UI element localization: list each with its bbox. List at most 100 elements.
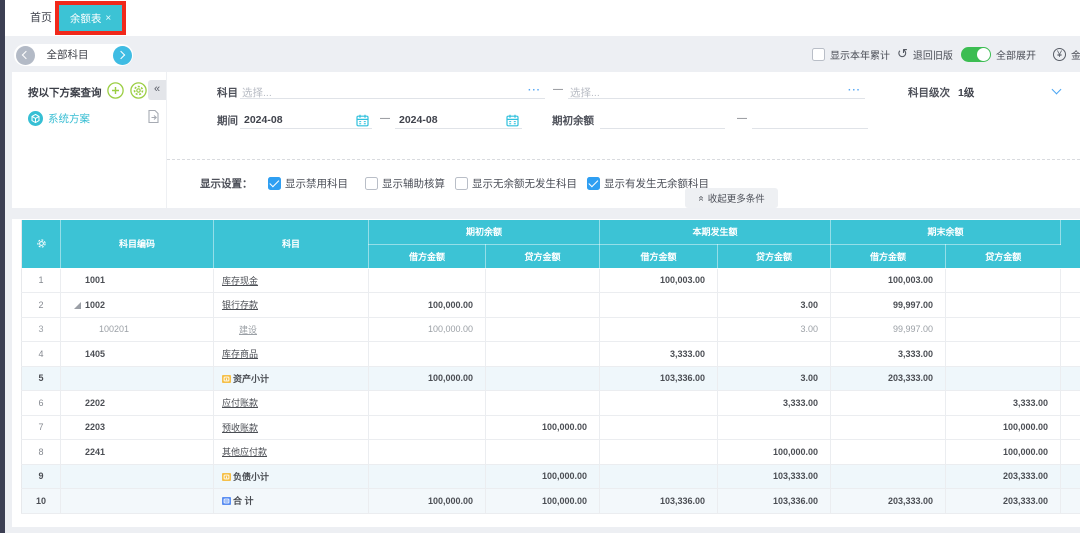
scheme-sidebar-title: 按以下方案查询 (28, 86, 102, 99)
period-label: 期间 (217, 115, 238, 127)
amount-cell (485, 439, 601, 465)
table-row[interactable]: 7 2203 预收账款 100,000.00 100,000.00 (21, 415, 1080, 440)
rollback-button[interactable]: ↺ 退回旧版 (897, 36, 953, 72)
subject-code-cell: 100201 (60, 317, 214, 342)
table-row[interactable]: 1 1001 库存现金 100,003.00 100,003.00 (21, 268, 1080, 293)
option-checkbox[interactable] (587, 176, 600, 190)
table-row[interactable]: 9 负债小计 100,000.00 103,333.00 203,333.00 (21, 464, 1080, 489)
header-subject[interactable]: 科目 (213, 220, 369, 269)
period-to-input[interactable]: 2024-08 (395, 113, 522, 129)
subject-to-placeholder: 选择... (570, 86, 600, 99)
amount-format-label: 金额式 (1071, 50, 1080, 62)
option-checkbox[interactable] (365, 176, 378, 190)
header-opening-balance: 期初余额 (368, 220, 601, 245)
subject-from-select[interactable]: 选择... ··· (240, 83, 545, 99)
partial-cell (1060, 366, 1080, 391)
next-account-button[interactable] (112, 45, 132, 65)
manage-scheme-button[interactable] (130, 81, 147, 99)
expand-all-toggle[interactable] (961, 46, 991, 62)
table-row[interactable]: 2 1002 银行存款 100,000.00 3.00 99,997.00 (21, 292, 1080, 318)
amount-cell (830, 390, 947, 416)
subject-name-link[interactable]: 库存商品 (222, 349, 258, 359)
table-row[interactable]: 4 1405 库存商品 3,333.00 3,333.00 (21, 341, 1080, 367)
subheader-credit[interactable]: 贷方金额 (945, 244, 1061, 269)
period-from-input[interactable]: 2024-08 (240, 113, 372, 129)
amount-cell (485, 390, 601, 416)
level-value[interactable]: 1级 (958, 85, 974, 100)
row-number: 10 (21, 488, 61, 514)
opening-balance-to-input[interactable] (752, 113, 868, 129)
sidebar-collapse-button[interactable]: « (148, 80, 166, 100)
subject-name-link[interactable]: 建设 (239, 325, 257, 335)
amount-cell: 3,333.00 (717, 390, 832, 416)
subject-name-link[interactable]: 银行存款 (222, 300, 258, 310)
table-row[interactable]: 10 合 计 100,000.00 100,000.00 103,336.00 103,3… (21, 488, 1080, 514)
amount-cell: 100,003.00 (599, 268, 719, 293)
table-row[interactable]: 6 2202 应付账款 3,333.00 3,333.00 (21, 390, 1080, 416)
amount-cell (485, 292, 601, 318)
collapse-more-conditions-button[interactable]: « 收起更多条件 (685, 188, 778, 208)
table-row[interactable]: 5 资产小计 100,000.00 103,336.00 3.00 203,333.00 (21, 366, 1080, 391)
filter-dashed-separator (167, 158, 1080, 160)
amount-cell: 103,336.00 (717, 488, 832, 514)
account-nav-pill: 全部科目 (14, 44, 133, 66)
header-subject-code[interactable]: 科目编码 (60, 220, 214, 269)
scheme-item-system[interactable]: 系统方案 (28, 111, 90, 127)
option-checkbox[interactable] (268, 176, 281, 190)
partial-cell (1060, 415, 1080, 440)
amount-cell (368, 464, 486, 489)
amount-cell: 103,336.00 (599, 488, 719, 514)
subject-name-link[interactable]: 其他应付款 (222, 447, 267, 457)
calendar-icon[interactable] (506, 114, 519, 127)
amount-cell (368, 268, 486, 293)
amount-cell (368, 439, 486, 465)
table-row[interactable]: 3 100201 建设 100,000.00 3.00 99,997.00 (21, 317, 1080, 342)
subject-code-cell: 1405 (60, 341, 214, 367)
calculator-blue-icon (222, 496, 231, 507)
subject-name-cell: 库存商品 (213, 341, 369, 367)
subject-name-cell: 负债小计 (213, 464, 369, 489)
subject-name-link[interactable]: 预收账款 (222, 423, 258, 433)
subheader-debit[interactable]: 借方金额 (830, 244, 947, 269)
table-row[interactable]: 8 2241 其他应付款 100,000.00 100,000.00 (21, 439, 1080, 465)
export-scheme-button[interactable] (147, 109, 160, 124)
column-settings-button[interactable] (21, 220, 61, 269)
header-extra-partial (1060, 220, 1080, 269)
subject-name-cell: 合 计 (213, 488, 369, 514)
expand-triangle-icon[interactable] (74, 301, 81, 311)
amount-format-button[interactable]: ¥ 金额式 (1053, 36, 1080, 72)
subheader-debit[interactable]: 借方金额 (599, 244, 719, 269)
amount-cell (599, 464, 719, 489)
subject-to-select[interactable]: 选择... ··· (568, 83, 865, 99)
subject-name-link[interactable]: 库存现金 (222, 276, 258, 286)
calendar-icon[interactable] (356, 114, 369, 127)
subject-from-placeholder: 选择... (242, 86, 272, 99)
amount-cell (599, 317, 719, 342)
add-scheme-button[interactable] (107, 81, 124, 99)
subheader-credit[interactable]: 贷方金额 (485, 244, 601, 269)
balance-table-panel: 科目编码 科目 期初余额 本期发生额 期末余额 借方金额 贷方金额 借方金额 贷方金额… (12, 219, 1080, 527)
subject-name-cell: 库存现金 (213, 268, 369, 293)
subheader-credit[interactable]: 贷方金额 (717, 244, 832, 269)
tab-close-icon[interactable]: × (105, 13, 111, 24)
period-from-value: 2024-08 (244, 114, 283, 126)
amount-cell: 3,333.00 (599, 341, 719, 367)
tab-home[interactable]: 首页 (30, 0, 52, 36)
cumulative-checkbox[interactable] (812, 47, 825, 61)
subject-name-link[interactable]: 应付账款 (222, 398, 258, 408)
annotation-red-box: 余额表 × (55, 1, 126, 35)
subject-to-ellipsis-button[interactable]: ··· (848, 85, 861, 96)
prev-account-button[interactable] (15, 45, 35, 65)
subject-name-text: 合 计 (233, 496, 254, 507)
table-header: 科目编码 科目 期初余额 本期发生额 期末余额 借方金额 贷方金额 借方金额 贷方金额… (21, 220, 1080, 269)
subheader-debit[interactable]: 借方金额 (368, 244, 486, 269)
amount-cell (945, 317, 1062, 342)
opening-balance-from-input[interactable] (600, 113, 725, 129)
subject-name-text: 负债小计 (233, 471, 270, 482)
subject-code-cell: 1002 (60, 292, 214, 318)
tab-balance-sheet[interactable]: 余额表 × (59, 5, 122, 31)
option-checkbox[interactable] (455, 176, 468, 190)
subject-from-ellipsis-button[interactable]: ··· (528, 85, 541, 96)
level-chevron-down-icon[interactable] (1051, 84, 1062, 95)
partial-cell (1060, 292, 1080, 318)
